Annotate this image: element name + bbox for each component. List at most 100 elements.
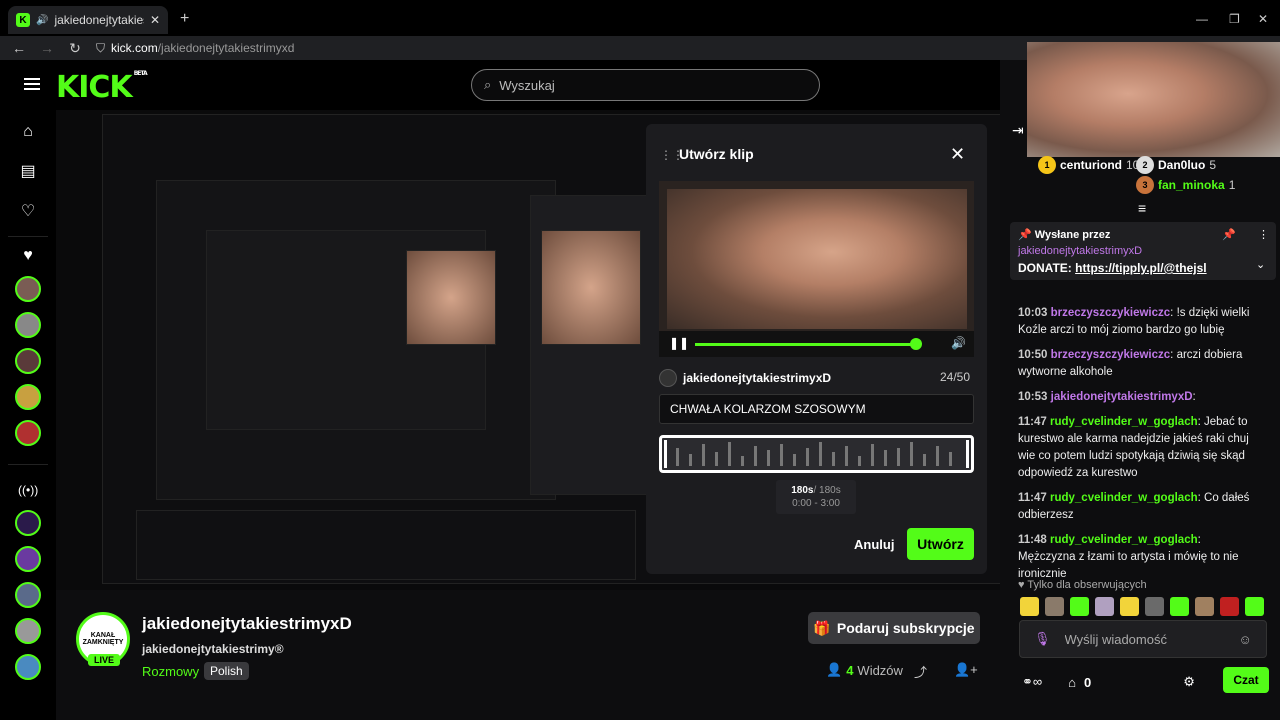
channel-category-link[interactable]: Rozmowy: [142, 664, 199, 679]
speaker-icon[interactable]: 🔊: [36, 15, 48, 26]
message-user[interactable]: brzeczyszczykiewiczc: [1051, 307, 1171, 319]
pin-icon[interactable]: 📌: [1222, 228, 1236, 241]
timeline-bar: [949, 452, 952, 466]
followed-channel-avatar[interactable]: [15, 384, 41, 410]
volume-icon[interactable]: 🔊: [951, 336, 966, 350]
emote[interactable]: [1045, 597, 1064, 616]
browse-icon[interactable]: ▤: [18, 162, 38, 182]
heart-outline-icon[interactable]: ♡: [18, 202, 38, 222]
timeline-bar: [897, 448, 900, 466]
minimize-icon[interactable]: —: [1196, 12, 1208, 26]
chevron-down-icon[interactable]: ⌄: [1256, 258, 1265, 271]
search-box[interactable]: ⌕: [471, 69, 820, 101]
timeline-bar: [728, 442, 731, 466]
message-user[interactable]: rudy_cvelinder_w_goglach: [1050, 492, 1198, 504]
clip-title-input[interactable]: CHWAŁA KOLARZOM SZOSOWYM: [659, 394, 974, 424]
followed-channel-avatar[interactable]: [15, 276, 41, 302]
settings-icon[interactable]: ⚙: [1183, 674, 1195, 690]
share-icon[interactable]: ⤴: [914, 662, 927, 681]
collapse-chat-icon[interactable]: ⇥: [1012, 122, 1024, 139]
clip-preview-video[interactable]: ❚❚ 🔊: [659, 181, 974, 357]
channel-name: jakiedonejtytakiestrimyxD: [142, 614, 352, 633]
recommended-channel-avatar[interactable]: [15, 582, 41, 608]
close-icon[interactable]: ✕: [950, 144, 965, 165]
search-input[interactable]: [499, 77, 780, 93]
rank-badge: 2: [1136, 156, 1154, 174]
leaderboard-entry[interactable]: 3 fan_minoka 1: [1136, 176, 1235, 194]
menu-icon[interactable]: [24, 78, 40, 90]
create-clip-button[interactable]: Utwórz: [907, 528, 974, 560]
followers-only-text: Tylko dla obserwujących: [1027, 579, 1147, 591]
reload-icon[interactable]: ↻: [68, 40, 82, 57]
char-counter: 24/50: [940, 370, 971, 384]
viewers-label: Widzów: [857, 662, 903, 678]
leaderboard-entry[interactable]: 2 Dan0luo 5: [1136, 156, 1216, 174]
forward-icon[interactable]: →: [40, 40, 54, 56]
emoji-icon[interactable]: ☺: [1239, 632, 1252, 647]
restore-icon[interactable]: ❐: [1229, 12, 1240, 26]
timeline-bar: [754, 446, 757, 466]
nested-video-frame: [406, 250, 496, 345]
points-icon[interactable]: ⚭∞: [1022, 674, 1042, 690]
pinned-link[interactable]: https://tipply.pl/@thejsl: [1075, 261, 1206, 275]
url-host: kick.com: [111, 41, 158, 55]
emote[interactable]: [1245, 597, 1264, 616]
followed-channel-avatar[interactable]: [15, 420, 41, 446]
message-user[interactable]: jakiedonejtytakiestrimyxD: [1051, 391, 1193, 403]
close-tab-icon[interactable]: ✕: [150, 13, 160, 27]
message-user[interactable]: brzeczyszczykiewiczc: [1051, 349, 1171, 361]
duration-value: 180s: [791, 485, 814, 496]
recommended-channel-avatar[interactable]: [15, 510, 41, 536]
recommended-channel-avatar[interactable]: [15, 546, 41, 572]
back-icon[interactable]: ←: [12, 40, 26, 56]
follow-user-icon[interactable]: 👤+: [954, 662, 978, 678]
gift-subscription-button[interactable]: 🎁 Podaruj subskrypcje: [808, 612, 980, 644]
message-user[interactable]: rudy_cvelinder_w_goglach: [1050, 416, 1198, 428]
followed-channel-avatar[interactable]: [15, 312, 41, 338]
microphone-icon: 🎙: [1034, 631, 1051, 646]
range-end-handle[interactable]: [966, 440, 969, 468]
language-tag[interactable]: Polish: [204, 662, 249, 680]
emote[interactable]: [1070, 597, 1089, 616]
url-field[interactable]: ⛉ kick.com/jakiedonejtytakiestrimyxd: [96, 41, 294, 56]
close-window-icon[interactable]: ✕: [1258, 12, 1268, 26]
store-icon[interactable]: ⌂: [1068, 675, 1076, 690]
range-start-handle[interactable]: [664, 440, 667, 468]
clip-range-selector[interactable]: [659, 435, 974, 473]
recommended-channel-avatar[interactable]: [15, 618, 41, 644]
followed-channel-avatar[interactable]: [15, 348, 41, 374]
message-user[interactable]: rudy_cvelinder_w_goglach: [1050, 534, 1198, 546]
message-time: 11:47: [1018, 492, 1047, 504]
cancel-button[interactable]: Anuluj: [854, 537, 894, 552]
expand-leaderboard-icon[interactable]: ≡: [1138, 200, 1146, 216]
browser-tab[interactable]: K 🔊 jakiedonejtytakiestrimyxD 5 ✕: [8, 6, 168, 34]
timeline-bar: [858, 456, 861, 466]
viewers-number: 4: [846, 662, 854, 678]
emote[interactable]: [1020, 597, 1039, 616]
avatar: [659, 369, 677, 387]
emote[interactable]: [1095, 597, 1114, 616]
pause-icon[interactable]: ❚❚: [669, 336, 689, 350]
emote[interactable]: [1170, 597, 1189, 616]
progress-bar[interactable]: [695, 343, 915, 346]
chat-message-input[interactable]: [1064, 631, 1225, 647]
home-icon[interactable]: ⌂: [18, 122, 38, 142]
message-time: 11:48: [1018, 534, 1047, 546]
emote[interactable]: [1220, 597, 1239, 616]
emote[interactable]: [1195, 597, 1214, 616]
chat-input-box[interactable]: 🎙 ☺: [1019, 620, 1267, 658]
emote-bar: [1020, 597, 1264, 616]
recommended-channel-avatar[interactable]: [15, 654, 41, 680]
emote[interactable]: [1120, 597, 1139, 616]
emote[interactable]: [1145, 597, 1164, 616]
chat-button[interactable]: Czat: [1223, 667, 1269, 693]
more-options-icon[interactable]: ⋮: [1258, 228, 1269, 241]
new-tab-button[interactable]: +: [180, 10, 189, 28]
kick-logo[interactable]: KICK BETA: [56, 70, 148, 105]
pinned-user[interactable]: jakiedonejtytakiestrimyxD: [1018, 245, 1268, 257]
nested-channel-bar: [136, 510, 636, 580]
timeline-bar: [689, 454, 692, 466]
viewers-icon: 👤: [826, 662, 843, 677]
leaderboard-entry[interactable]: 1 centuriond 10: [1038, 156, 1139, 174]
seek-handle[interactable]: [910, 338, 922, 350]
